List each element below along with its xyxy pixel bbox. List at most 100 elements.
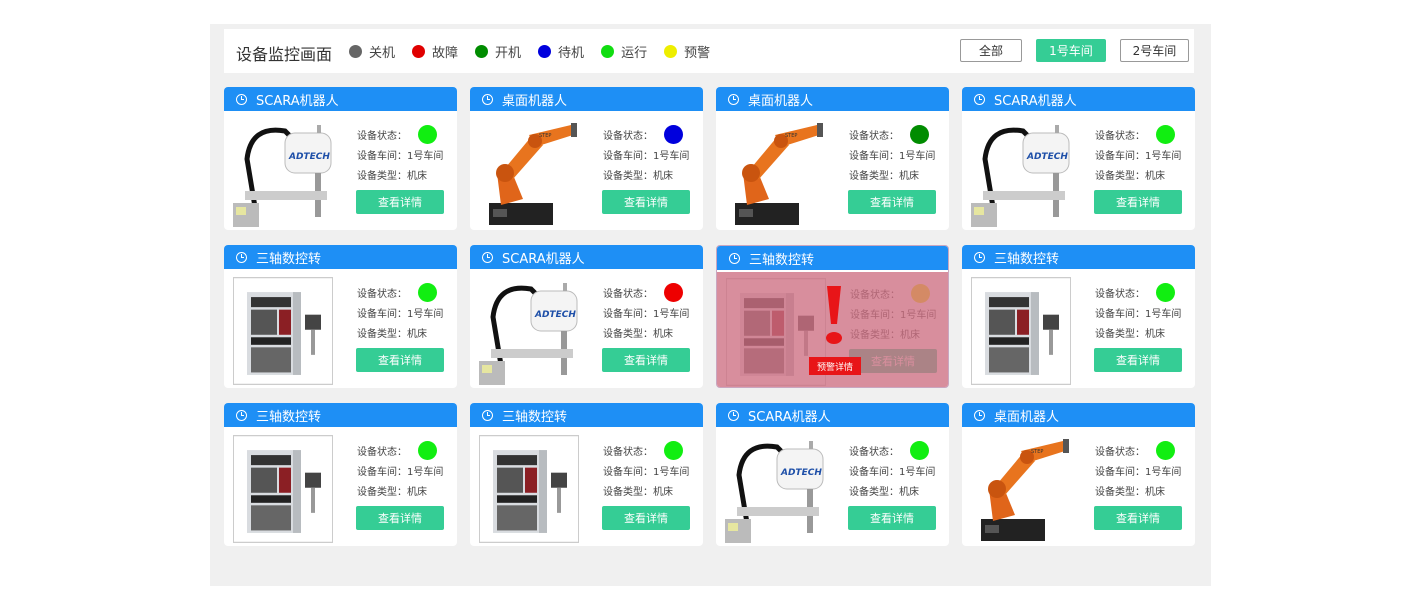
svg-text:ADTECH: ADTECH bbox=[534, 310, 576, 320]
view-details-button[interactable]: 查看详情 bbox=[848, 506, 936, 530]
type-row: 设备类型：机床 bbox=[603, 328, 673, 340]
device-card: 三轴数控转 设备状态： 设备车间：1号车间 设备类型：机床 查看详情 bbox=[224, 403, 457, 546]
status-label: 设备状态： bbox=[1095, 130, 1145, 142]
view-details-button[interactable]: 查看详情 bbox=[602, 506, 690, 530]
device-card: 三轴数控转设备状态：设备车间：1号车间设备类型：机床查看详情预警详情 bbox=[716, 245, 949, 388]
type-row: 设备类型：机床 bbox=[357, 170, 427, 182]
card-header: 三轴数控转 bbox=[470, 403, 703, 427]
workshop-row: 设备车间：1号车间 bbox=[1095, 466, 1182, 478]
legend-dot bbox=[538, 45, 552, 58]
status-legend: 关机 故障 开机 待机 运行 预警 bbox=[349, 42, 727, 61]
status-row: 设备状态： bbox=[603, 124, 689, 144]
device-card: SCARA机器人 ADTECH 设备状态： 设备车间：1号车间 设备类型：机床 查看详情 bbox=[470, 245, 703, 388]
device-image bbox=[479, 435, 579, 543]
device-card: 三轴数控转 设备状态： 设备车间：1号车间 设备类型：机床 查看详情 bbox=[224, 245, 457, 388]
device-info: 设备状态： 设备车间：1号车间设备类型：机床 bbox=[357, 282, 443, 342]
legend-label: 开机 bbox=[495, 46, 522, 61]
legend-item-off: 关机 bbox=[349, 42, 395, 61]
device-image bbox=[233, 435, 333, 543]
view-details-button[interactable]: 查看详情 bbox=[1094, 348, 1182, 372]
status-label: 设备状态： bbox=[603, 130, 653, 142]
card-header: SCARA机器人 bbox=[716, 403, 949, 427]
device-card: SCARA机器人 ADTECH 设备状态： 设备车间：1号车间 设备类型：机床 查看详情 bbox=[716, 403, 949, 546]
clock-icon bbox=[974, 409, 985, 421]
view-details-button[interactable]: 查看详情 bbox=[356, 506, 444, 530]
status-label: 设备状态： bbox=[357, 446, 407, 458]
type-row: 设备类型：机床 bbox=[849, 486, 919, 498]
clock-icon bbox=[974, 251, 985, 263]
svg-text:STEP: STEP bbox=[785, 133, 797, 139]
clock-icon bbox=[974, 93, 985, 105]
view-details-button[interactable]: 查看详情 bbox=[602, 190, 690, 214]
view-details-button[interactable]: 查看详情 bbox=[356, 190, 444, 214]
view-details-button[interactable]: 查看详情 bbox=[1094, 190, 1182, 214]
card-header: SCARA机器人 bbox=[962, 87, 1195, 111]
workshop-row: 设备车间：1号车间 bbox=[357, 150, 444, 162]
legend-dot bbox=[412, 45, 426, 58]
legend-dot bbox=[664, 45, 678, 58]
legend-item-fault: 故障 bbox=[412, 42, 458, 61]
status-row: 设备状态： bbox=[849, 440, 935, 460]
device-image: STEP bbox=[479, 119, 579, 227]
device-card: 三轴数控转 设备状态： 设备车间：1号车间 设备类型：机床 查看详情 bbox=[962, 245, 1195, 388]
device-info: 设备状态： 设备车间：1号车间设备类型：机床 bbox=[849, 124, 935, 184]
workshop-row: 设备车间：1号车间 bbox=[603, 308, 690, 320]
filter-workshop-2-button[interactable]: 2号车间 bbox=[1120, 39, 1189, 62]
alarm-details-button[interactable]: 预警详情 bbox=[809, 357, 861, 375]
type-row: 设备类型：机床 bbox=[1095, 170, 1165, 182]
svg-text:ADTECH: ADTECH bbox=[288, 152, 330, 162]
status-indicator bbox=[418, 282, 437, 302]
legend-label: 待机 bbox=[558, 46, 585, 61]
status-row: 设备状态： bbox=[1095, 440, 1181, 460]
legend-dot bbox=[475, 45, 489, 58]
filter-workshop-1-button[interactable]: 1号车间 bbox=[1036, 39, 1106, 62]
clock-icon bbox=[729, 252, 740, 264]
status-row: 设备状态： bbox=[357, 440, 443, 460]
workshop-row: 设备车间：1号车间 bbox=[1095, 150, 1182, 162]
clock-icon bbox=[236, 251, 247, 263]
view-details-button[interactable]: 查看详情 bbox=[356, 348, 444, 372]
status-indicator bbox=[1156, 440, 1175, 460]
workshop-row: 设备车间：1号车间 bbox=[603, 150, 690, 162]
device-image: STEP bbox=[971, 435, 1071, 543]
view-details-button[interactable]: 查看详情 bbox=[602, 348, 690, 372]
device-card: SCARA机器人 ADTECH 设备状态： 设备车间：1号车间 设备类型：机床查看详情 bbox=[962, 87, 1195, 230]
status-row: 设备状态： bbox=[603, 282, 689, 302]
device-info: 设备状态： 设备车间：1号车间设备类型：机床 bbox=[1095, 124, 1181, 184]
status-indicator bbox=[664, 124, 683, 144]
workshop-row: 设备车间：1号车间 bbox=[357, 308, 444, 320]
status-label: 设备状态： bbox=[357, 130, 407, 142]
device-name: SCARA机器人 bbox=[256, 93, 339, 109]
device-info: 设备状态： 设备车间：1号车间设备类型：机床 bbox=[1095, 282, 1181, 342]
card-header: 三轴数控转 bbox=[717, 246, 948, 270]
device-card: SCARA机器人 ADTECH 设备状态： 设备车间：1号车间 设备类型：机床查看详情 bbox=[224, 87, 457, 230]
view-details-button[interactable]: 查看详情 bbox=[1094, 506, 1182, 530]
legend-item-on: 开机 bbox=[475, 42, 521, 61]
device-card: 桌面机器人 STEP 设备状态： 设备车间：1号车间 设备类型：机床 查看详情 bbox=[470, 87, 703, 230]
view-details-button[interactable]: 查看详情 bbox=[848, 190, 936, 214]
device-info: 设备状态： 设备车间：1号车间设备类型：机床 bbox=[1095, 440, 1181, 500]
status-row: 设备状态： bbox=[1095, 282, 1181, 302]
legend-label: 运行 bbox=[621, 46, 648, 61]
clock-icon bbox=[482, 251, 493, 263]
device-name: 三轴数控转 bbox=[749, 252, 815, 268]
type-row: 设备类型：机床 bbox=[357, 486, 427, 498]
type-row: 设备类型：机床 bbox=[1095, 328, 1165, 340]
filter-all-button[interactable]: 全部 bbox=[960, 39, 1022, 62]
type-row: 设备类型：机床 bbox=[603, 170, 673, 182]
card-header: 桌面机器人 bbox=[962, 403, 1195, 427]
device-image: ADTECH bbox=[725, 435, 825, 543]
device-image: STEP bbox=[725, 119, 825, 227]
workshop-row: 设备车间：1号车间 bbox=[357, 466, 444, 478]
device-image: ADTECH bbox=[971, 119, 1071, 227]
legend-label: 预警 bbox=[684, 46, 711, 61]
device-info: 设备状态： 设备车间：1号车间设备类型：机床 bbox=[603, 282, 689, 342]
status-label: 设备状态： bbox=[357, 288, 407, 300]
device-image bbox=[233, 277, 333, 385]
status-indicator bbox=[910, 124, 929, 144]
type-row: 设备类型：机床 bbox=[357, 328, 427, 340]
status-indicator bbox=[1156, 282, 1175, 302]
status-row: 设备状态： bbox=[357, 124, 443, 144]
workshop-row: 设备车间：1号车间 bbox=[849, 150, 936, 162]
workshop-row: 设备车间：1号车间 bbox=[603, 466, 690, 478]
